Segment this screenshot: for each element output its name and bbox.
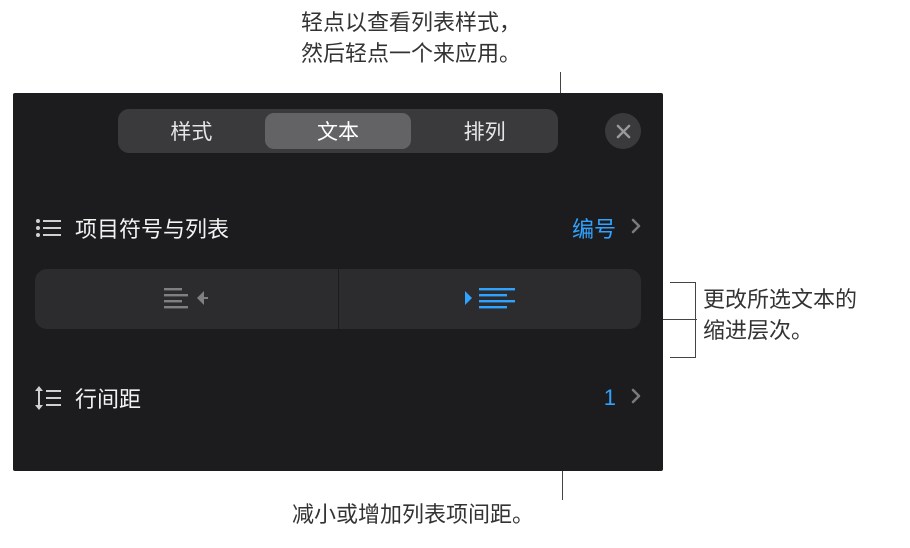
decrease-indent-button[interactable] bbox=[35, 269, 338, 329]
bullets-and-lists-value: 编号 bbox=[572, 212, 616, 244]
bullets-and-lists-row[interactable]: 项目符号与列表 编号 bbox=[13, 197, 663, 259]
close-icon bbox=[616, 124, 631, 139]
annotation-list-styles: 轻点以查看列表样式， 然后轻点一个来应用。 bbox=[276, 8, 546, 70]
line-spacing-icon bbox=[35, 386, 75, 410]
decrease-indent-icon bbox=[164, 286, 208, 312]
tab-arrange[interactable]: 排列 bbox=[411, 109, 558, 153]
chevron-right-icon bbox=[631, 218, 641, 239]
panel-header: 样式 文本 排列 bbox=[13, 93, 663, 169]
increase-indent-icon bbox=[465, 286, 515, 312]
increase-indent-button[interactable] bbox=[339, 269, 642, 329]
line-spacing-value: 1 bbox=[604, 385, 616, 411]
segmented-control: 样式 文本 排列 bbox=[118, 109, 558, 153]
annotation-indent: 更改所选文本的 缩进层次。 bbox=[703, 285, 893, 347]
line-spacing-row[interactable]: 行间距 1 bbox=[13, 367, 663, 429]
tab-text[interactable]: 文本 bbox=[265, 109, 412, 153]
bullets-and-lists-label: 项目符号与列表 bbox=[75, 212, 572, 244]
bullets-list-icon bbox=[35, 218, 75, 238]
indent-buttons-group bbox=[13, 259, 663, 339]
annotation-spacing: 减小或增加列表项间距。 bbox=[283, 500, 543, 531]
callout-bracket bbox=[670, 282, 696, 358]
close-button[interactable] bbox=[605, 113, 641, 149]
tab-style[interactable]: 样式 bbox=[118, 109, 265, 153]
line-spacing-label: 行间距 bbox=[75, 382, 604, 414]
format-panel: 样式 文本 排列 项目符号与列表 编号 bbox=[13, 93, 663, 471]
chevron-right-icon bbox=[631, 388, 641, 409]
